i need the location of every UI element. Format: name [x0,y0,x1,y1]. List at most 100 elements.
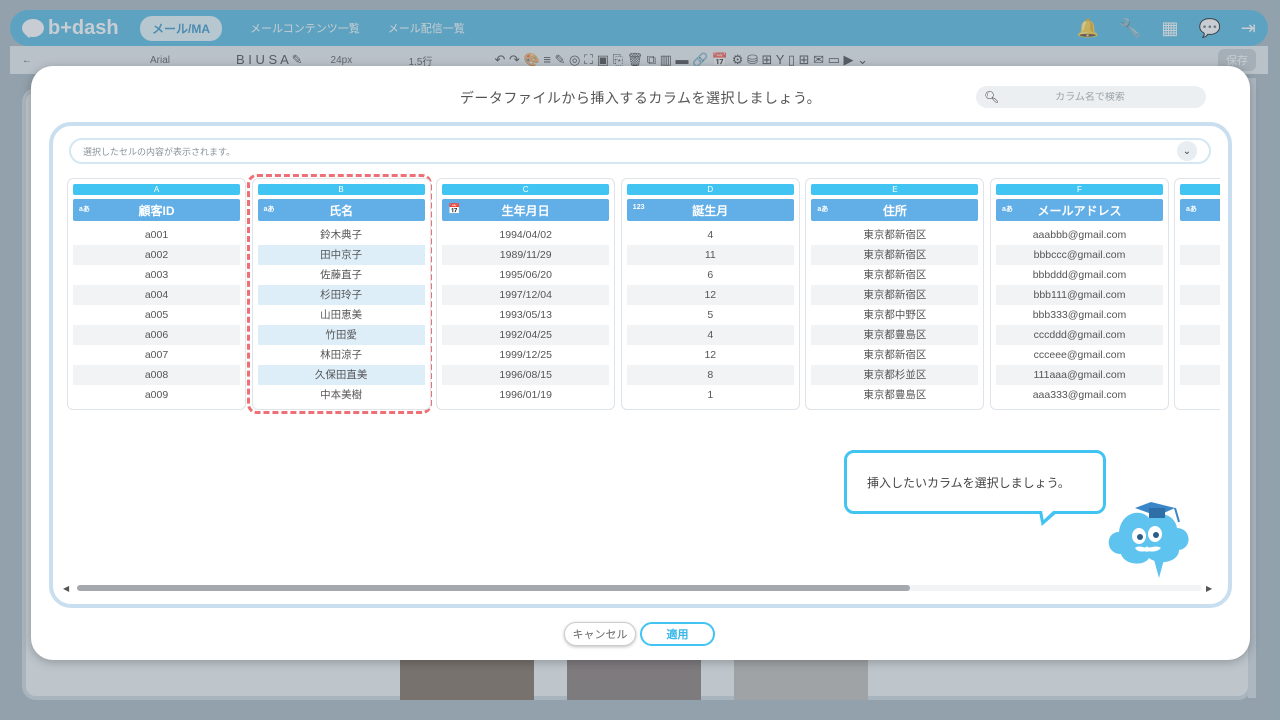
column-cell[interactable]: 6 [627,265,794,285]
column-card-b[interactable]: Baあ 氏名 鈴木典子 田中京子 佐藤直子 杉田玲子 山田恵美 竹田愛 林田涼子 久保田直美 中本美… [251,178,431,410]
column-header[interactable]: 📅 生年月日 [442,199,610,221]
column-letter [1180,184,1220,195]
column-cell[interactable]: 8 [626,365,794,385]
column-cell[interactable]: a001 [73,225,240,245]
column-cell[interactable]: 東京都豊島区 [811,325,979,345]
column-cell[interactable]: 11 [626,245,794,265]
column-cell[interactable]: 鈴木典子 [258,225,425,245]
column-header: aあ [1180,199,1220,221]
column-cell[interactable]: 4 [627,225,794,245]
column-cell[interactable]: bbbddd@gmail.com [996,265,1163,285]
column-cell[interactable]: 111aaa@gmail.com [996,365,1163,385]
column-letter: E [811,184,979,195]
scroll-right-icon[interactable]: ▶ [1206,584,1216,593]
column-cell[interactable]: a005 [73,305,240,325]
column-cell[interactable]: 東京都中野区 [811,305,978,325]
text-type-icon: aあ [1002,206,1013,213]
column-cell[interactable]: ccceee@gmail.com [996,345,1163,365]
columns-area: Aaあ 顧客ID a001 a002 a003 a004 a005 a006 a007 a008 a… [67,174,1220,414]
search-icon: 🔍︎ [984,90,1000,104]
cancel-button[interactable]: キャンセル [564,622,636,646]
column-cell[interactable]: 杉田玲子 [257,285,425,305]
column-header[interactable]: aあ 氏名 [257,199,425,221]
column-cell[interactable]: aaa333@gmail.com [996,385,1163,405]
column-cell[interactable]: 東京都杉並区 [811,365,979,385]
column-card-a[interactable]: Aaあ 顧客ID a001 a002 a003 a004 a005 a006 a007 a008 a… [67,178,246,410]
column-header[interactable]: 123 誕生月 [626,199,794,221]
column-cell[interactable]: 1994/04/02 [442,225,609,245]
column-header[interactable]: aあ 顧客ID [73,199,240,221]
column-cell[interactable]: a009 [73,385,240,405]
column-cell[interactable]: 中本美樹 [258,385,425,405]
chevron-down-icon[interactable]: ⌄ [1177,141,1197,161]
calendar-icon: 📅 [448,204,461,215]
column-name: 顧客ID [138,203,175,218]
column-cell[interactable]: a002 [73,245,240,265]
column-cell[interactable]: 山田恵美 [258,305,425,325]
column-cell[interactable]: 東京都新宿区 [811,245,979,265]
horizontal-scrollbar[interactable]: ◀ ▶ [63,582,1216,594]
column-cell[interactable]: 12 [627,345,794,365]
column-cell[interactable]: 東京都新宿区 [811,345,978,365]
column-cell[interactable]: 佐藤直子 [258,265,425,285]
column-cell[interactable]: aaabbb@gmail.com [996,225,1163,245]
scroll-track[interactable] [77,585,1202,591]
scroll-thumb[interactable] [77,585,910,591]
column-header[interactable]: aあ 住所 [811,199,979,221]
column-letter: A [73,184,240,195]
column-cell[interactable]: 東京都豊島区 [811,385,978,405]
text-type-icon: aあ [79,206,90,213]
text-type-icon: aあ [263,206,275,213]
column-cell[interactable]: 竹田愛 [257,325,425,345]
column-cell[interactable]: 1 [627,385,794,405]
column-letter: C [442,184,610,195]
column-cell[interactable]: 1992/04/25 [442,325,610,345]
column-name: 氏名 [329,203,354,218]
cell-preview-bar[interactable]: 選択したセルの内容が表示されます。 ⌄ [69,138,1211,164]
column-cell[interactable]: 1989/11/29 [442,245,610,265]
column-cell[interactable]: bbb333@gmail.com [996,305,1163,325]
column-header[interactable]: aあ メールアドレス [996,199,1163,221]
column-cell[interactable]: 田中京子 [257,245,425,265]
column-cell[interactable]: 林田涼子 [258,345,425,365]
column-cell[interactable]: 5 [627,305,794,325]
column-cell[interactable]: bbbccc@gmail.com [996,245,1163,265]
column-name: 住所 [882,203,907,218]
column-name: 生年月日 [501,203,550,218]
column-cell[interactable]: 1999/12/25 [442,345,609,365]
column-cell[interactable]: a003 [73,265,240,285]
column-cell[interactable]: 東京都新宿区 [811,225,978,245]
column-card-e[interactable]: Eaあ 住所東京都新宿区 東京都新宿区 東京都新宿区 東京都新宿区 東京都中野区 東京都豊島… [805,178,985,410]
column-cell[interactable]: a008 [73,365,240,385]
column-cell[interactable]: 1997/12/04 [442,285,610,305]
tip-text: 挿入したいカラムを選択しましょう。 [867,475,1070,490]
column-cell[interactable]: 1996/08/15 [442,365,610,385]
column-search[interactable]: 🔍︎ [976,86,1206,108]
scroll-left-icon[interactable]: ◀ [63,584,73,593]
column-cell[interactable]: 久保田直美 [257,365,425,385]
column-cell[interactable]: 12 [626,285,794,305]
column-card-f[interactable]: Faあ メールアドレス aaabbb@gmail.com bbbccc@gmail.c… [990,178,1169,410]
column-cell[interactable]: 4 [626,325,794,345]
column-card-c[interactable]: C 📅 生年月日 1994/04/02 1989/11/29 1995/06/20 1997… [436,178,616,410]
column-cell[interactable]: 東京都新宿区 [811,285,979,305]
column-card-d[interactable]: D 123 誕生月 4 11 6 12 5 4 12 8 1 [620,178,800,410]
column-name: 誕生月 [692,203,729,218]
column-select-modal: データファイルから挿入するカラムを選択しましょう。 🔍︎ 選択したセルの内容が表… [31,66,1250,660]
column-cell[interactable]: 1995/06/20 [442,265,609,285]
column-cell[interactable]: 1996/01/19 [442,385,609,405]
column-cell[interactable]: 東京都新宿区 [811,265,978,285]
column-cell[interactable]: cccddd@gmail.com [996,325,1163,345]
mascot-icon [1108,502,1189,578]
column-cell[interactable]: a007 [73,345,240,365]
cell-preview-text: 選択したセルの内容が表示されます。 [83,146,236,157]
column-search-input[interactable] [1000,91,1180,103]
column-card-g[interactable]: aあ [1174,178,1220,410]
column-cell[interactable]: bbb111@gmail.com [996,285,1163,305]
column-cell[interactable]: a006 [73,325,240,345]
apply-button[interactable]: 適用 [640,622,715,646]
column-cell[interactable]: a004 [73,285,240,305]
column-cell[interactable]: 1993/05/13 [442,305,609,325]
data-file-panel: 選択したセルの内容が表示されます。 ⌄ Aaあ 顧客ID a001 a002 a003 a… [49,122,1232,608]
tip-bubble: 挿入したいカラムを選択しましょう。 [844,450,1106,514]
